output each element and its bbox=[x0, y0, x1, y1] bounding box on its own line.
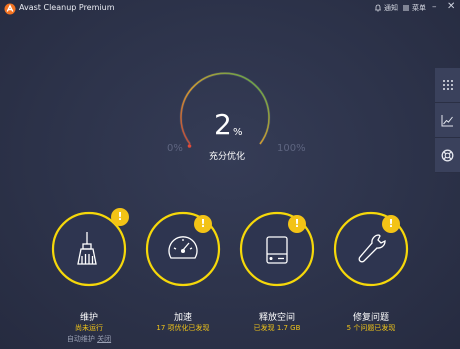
gauge-label: 充分优化 bbox=[209, 152, 246, 162]
sidebar-item-dashboard[interactable] bbox=[435, 68, 460, 103]
maintenance-alert-badge: ! bbox=[111, 208, 129, 226]
alert-mark: ! bbox=[294, 217, 300, 230]
right-sidebar bbox=[435, 68, 460, 173]
auto-maintenance-text: 自动维护 bbox=[66, 335, 98, 343]
sidebar-item-performance[interactable] bbox=[435, 103, 460, 138]
fix-problems-status: 5 个问题已发现 bbox=[346, 324, 396, 332]
maintenance-label: 维护 bbox=[79, 313, 98, 323]
gauge-unit: % bbox=[233, 127, 243, 138]
title-bar: Avast Cleanup Premium 通知 菜单 – ✕ bbox=[0, 0, 460, 18]
speedup-label: 加速 bbox=[173, 313, 192, 323]
free-space-label: 释放空间 bbox=[258, 313, 295, 323]
avast-logo-icon bbox=[4, 3, 16, 15]
gauge-max-label: 100% bbox=[277, 143, 306, 154]
chart-icon bbox=[441, 114, 453, 126]
fix-problems-alert-badge: ! bbox=[382, 215, 400, 233]
notifications-label: 通知 bbox=[384, 4, 398, 12]
maintenance-auto-setting: 自动维护 关闭 bbox=[39, 334, 139, 344]
alert-mark: ! bbox=[117, 210, 123, 223]
sidebar-item-help[interactable] bbox=[435, 138, 460, 173]
fix-problems-label: 修复问题 bbox=[352, 313, 389, 323]
auto-maintenance-toggle-link[interactable]: 关闭 bbox=[97, 335, 111, 343]
menu-button[interactable]: 菜单 bbox=[402, 3, 426, 13]
alert-mark: ! bbox=[388, 217, 394, 230]
alert-mark: ! bbox=[200, 217, 206, 230]
free-space-alert-badge: ! bbox=[288, 215, 306, 233]
gauge-min-label: 0% bbox=[167, 143, 183, 154]
grid-icon bbox=[442, 80, 453, 90]
gauge-marker bbox=[187, 144, 192, 148]
app-title: Avast Cleanup Premium bbox=[19, 3, 115, 12]
menu-label: 菜单 bbox=[412, 4, 426, 12]
menu-icon bbox=[403, 5, 409, 11]
bell-icon bbox=[375, 4, 381, 12]
lifebuoy-icon bbox=[441, 149, 454, 161]
notifications-button[interactable]: 通知 bbox=[374, 3, 398, 13]
gauge-value: 2 bbox=[214, 108, 232, 141]
minimize-button[interactable]: – bbox=[432, 2, 437, 12]
speedup-alert-badge: ! bbox=[194, 215, 212, 233]
close-button[interactable]: ✕ bbox=[447, 1, 455, 12]
